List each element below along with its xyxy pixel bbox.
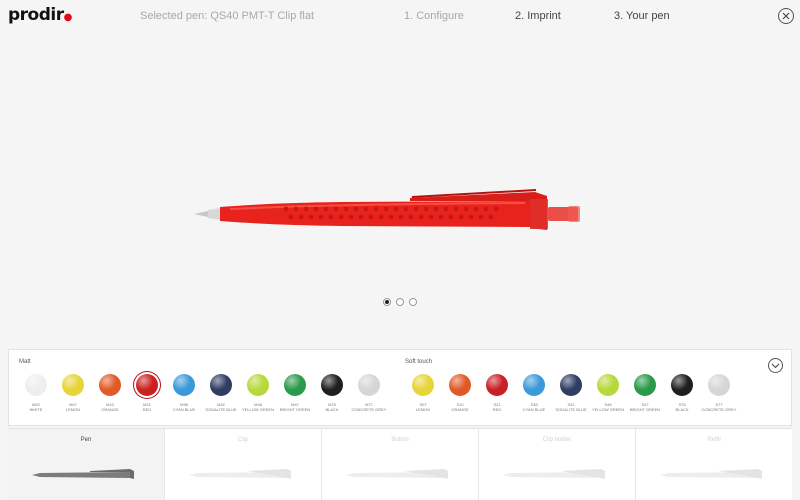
button-thumbnail <box>346 469 448 479</box>
swatch-matt-black[interactable]: M75 BLACK <box>320 374 344 412</box>
step-imprint[interactable]: 2. Imprint <box>515 10 561 22</box>
swatch-ball <box>671 374 693 396</box>
swatch-ball <box>136 374 158 396</box>
pen-thumbnail <box>32 469 134 479</box>
swatch-ball <box>99 374 121 396</box>
swatch-soft-concrete-grey[interactable]: S77 CONCRETE GREY <box>702 374 736 412</box>
swatch-ball <box>321 374 343 396</box>
header: prodir● Selected pen: QS40 PMT-T Clip fl… <box>0 0 800 34</box>
expand-palette-button[interactable] <box>768 358 783 373</box>
carousel-dot[interactable] <box>383 298 391 306</box>
swatch-matt-white[interactable]: M02 WHITE <box>24 374 48 412</box>
swatch-ball <box>449 374 471 396</box>
swatch-ball <box>634 374 656 396</box>
part-tab-button[interactable]: Button <box>322 429 479 500</box>
part-tab-pen[interactable]: Pen <box>8 429 165 500</box>
pen-preview-image <box>194 189 580 230</box>
swatch-matt-yellow-green[interactable]: M48 YELLOW GREEN <box>242 374 274 412</box>
part-label: Clip holder <box>542 437 572 443</box>
swatch-matt-red[interactable]: M21 RED <box>135 374 159 412</box>
clip-holder-thumbnail <box>503 469 605 479</box>
swatch-ball <box>210 374 232 396</box>
part-label: Button <box>391 437 409 443</box>
step-your-pen[interactable]: 3. Your pen <box>614 10 670 22</box>
swatch-soft-bright-green[interactable]: S47 BRIGHT GREEN <box>630 374 660 412</box>
part-tab-refill[interactable]: Refill <box>636 429 792 500</box>
chevron-down-icon <box>771 363 780 369</box>
part-label: Pen <box>80 437 92 443</box>
swatch-ball <box>25 374 47 396</box>
part-tab-clip[interactable]: Clip <box>165 429 322 500</box>
close-icon <box>782 12 790 20</box>
swatch-ball <box>62 374 84 396</box>
part-label: Refill <box>707 437 721 443</box>
part-label: Clip <box>237 437 249 443</box>
swatch-ball <box>173 374 195 396</box>
swatch-ball <box>708 374 730 396</box>
swatch-matt-lemon[interactable]: M07 LEMON <box>61 374 85 412</box>
clip-thumbnail <box>189 469 291 479</box>
matt-group-label: Matt <box>19 359 31 365</box>
swatch-matt-sodalite-blue[interactable]: M42 SODALITE BLUE <box>205 374 237 412</box>
swatch-ball <box>412 374 434 396</box>
refill-thumbnail <box>660 469 762 479</box>
logo[interactable]: prodir● <box>8 5 72 25</box>
soft-touch-group-label: Soft touch <box>405 359 433 365</box>
swatch-ball <box>597 374 619 396</box>
swatch-matt-cyan-blue[interactable]: M38 CYAN BLUE <box>172 374 196 412</box>
swatch-soft-red[interactable]: S21 RED <box>485 374 509 412</box>
pen-preview-stage <box>0 34 800 344</box>
swatch-ball <box>486 374 508 396</box>
carousel-dots <box>383 298 417 306</box>
carousel-dot[interactable] <box>409 298 417 306</box>
swatch-soft-yellow-green[interactable]: S48 YELLOW GREEN <box>592 374 624 412</box>
swatch-ball <box>284 374 306 396</box>
swatch-matt-concrete-grey[interactable]: M77 CONCRETE GREY <box>352 374 386 412</box>
step-configure[interactable]: 1. Configure <box>404 10 464 22</box>
swatch-matt-bright-green[interactable]: M47 BRIGHT GREEN <box>280 374 310 412</box>
swatch-ball <box>523 374 545 396</box>
swatch-ball <box>560 374 582 396</box>
close-button[interactable] <box>778 8 794 24</box>
swatch-soft-orange[interactable]: S10 ORANGE <box>448 374 472 412</box>
carousel-dot[interactable] <box>396 298 404 306</box>
swatch-soft-black[interactable]: S75 BLACK <box>670 374 694 412</box>
color-palette: Matt Soft touch M02 WHITE M07 LEMON M10 ORA… <box>8 349 792 426</box>
swatch-soft-cyan-blue[interactable]: S38 CYAN BLUE <box>522 374 546 412</box>
part-selector: Pen Clip Button Clip holder Refill <box>8 428 792 500</box>
swatch-soft-lemon[interactable]: S07 LEMON <box>411 374 435 412</box>
swatch-matt-orange[interactable]: M10 ORANGE <box>98 374 122 412</box>
swatch-ball <box>247 374 269 396</box>
swatch-ball <box>358 374 380 396</box>
part-tab-clip-holder[interactable]: Clip holder <box>479 429 636 500</box>
selected-pen-label: Selected pen: QS40 PMT-T Clip flat <box>140 10 315 22</box>
swatch-soft-sodalite-blue[interactable]: S42 SODALITE BLUE <box>555 374 587 412</box>
